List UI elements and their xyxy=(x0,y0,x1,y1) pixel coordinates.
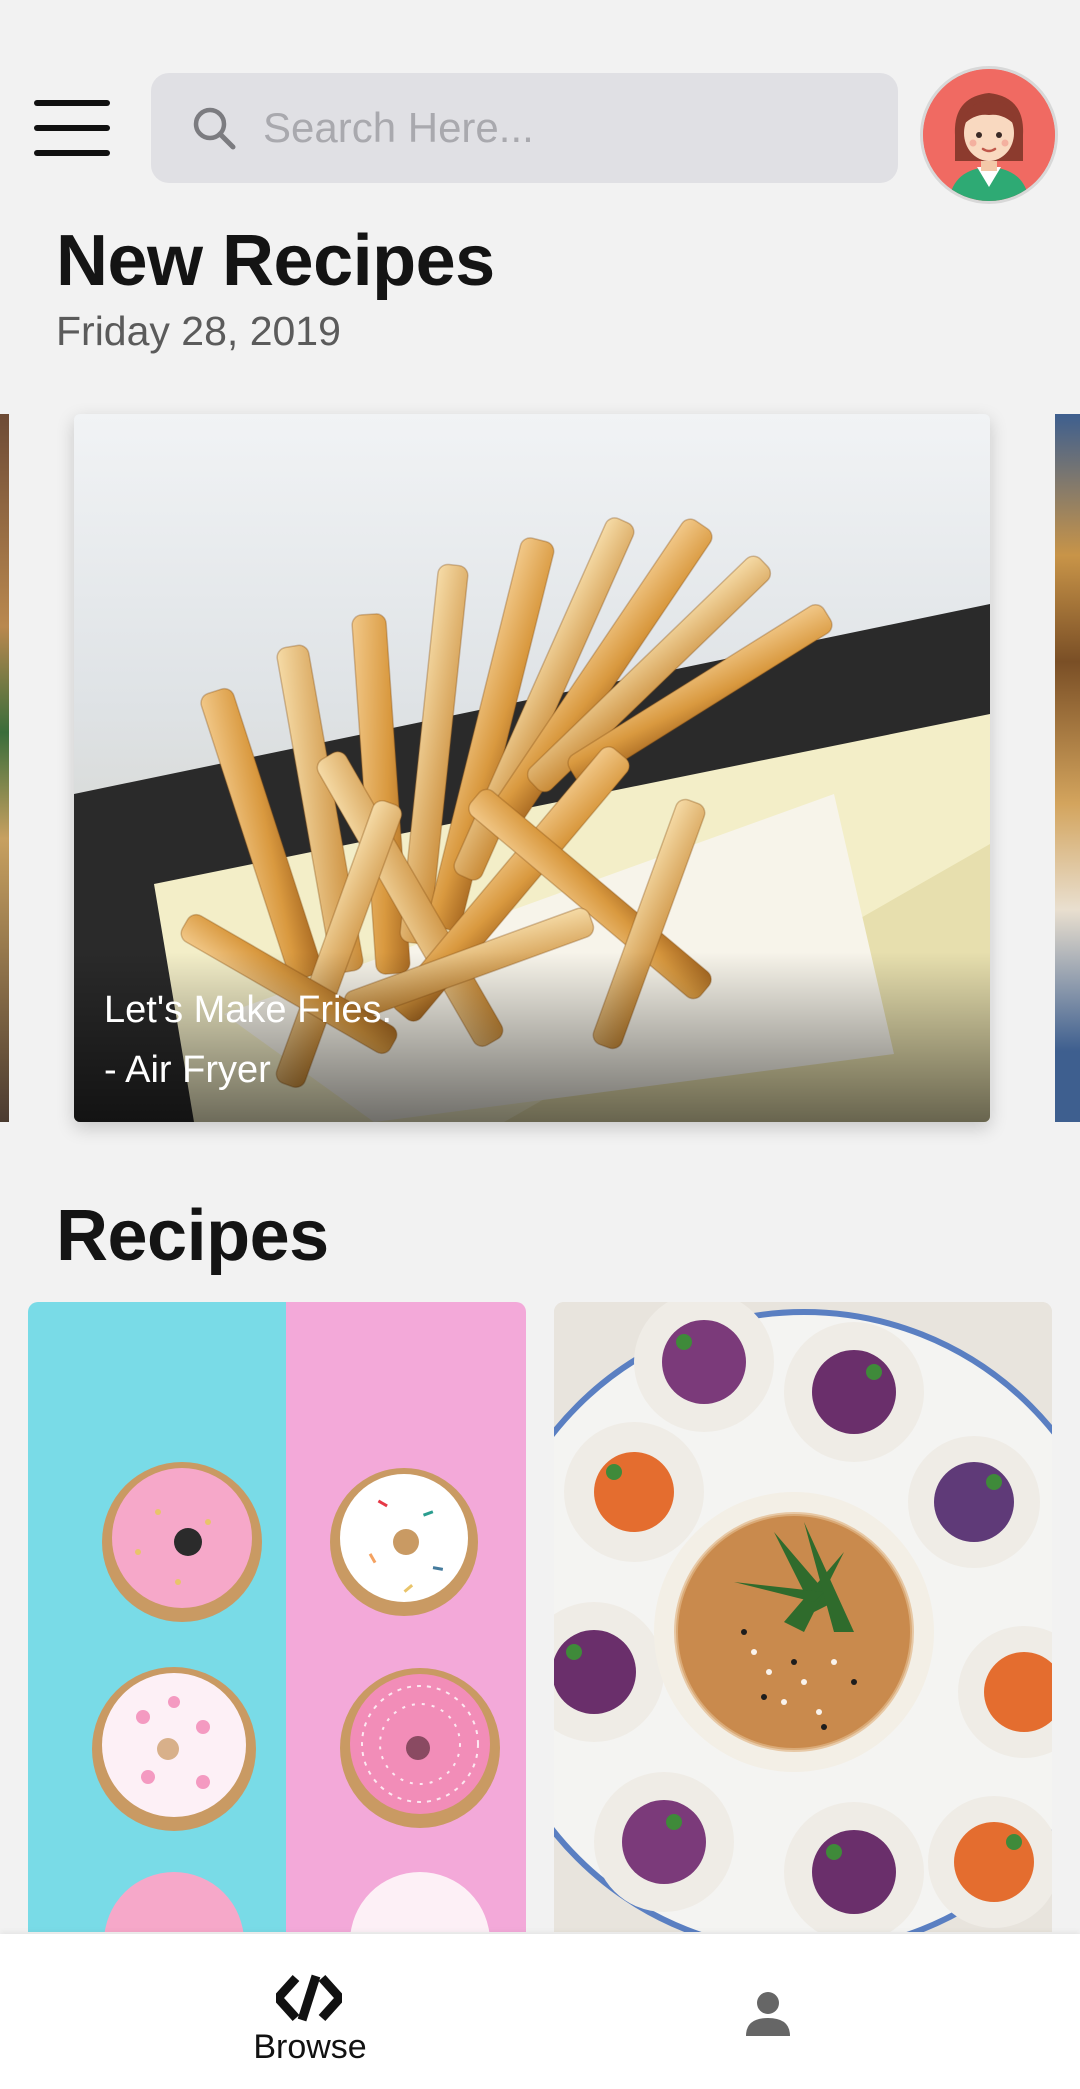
page-title: New Recipes xyxy=(56,221,495,301)
menu-bar xyxy=(34,125,110,131)
search-input[interactable] xyxy=(263,104,863,152)
nav-label-browse: Browse xyxy=(253,2028,367,2066)
profile-icon xyxy=(746,1992,790,2036)
carousel-prev-card[interactable] xyxy=(0,414,9,1122)
bottom-navigation: Browse xyxy=(0,1934,1080,2089)
caption-overlay: Let's Make Fries. - Air Fryer xyxy=(74,952,990,1122)
carousel-next-card[interactable] xyxy=(1055,414,1080,1122)
recipe-card-donuts[interactable] xyxy=(28,1302,526,1932)
user-avatar[interactable] xyxy=(920,66,1058,204)
featured-caption-title: Let's Make Fries. xyxy=(104,989,393,1031)
menu-bar xyxy=(34,100,110,106)
donuts-photo xyxy=(28,1302,526,1932)
recipe-card-spring-rolls[interactable] xyxy=(554,1302,1052,1932)
featured-caption-subtitle: - Air Fryer xyxy=(104,1049,271,1091)
nav-tab-browse[interactable]: Browse xyxy=(0,1934,540,2089)
search-icon xyxy=(193,107,236,150)
search-bar[interactable] xyxy=(151,73,898,183)
menu-bar xyxy=(34,150,110,156)
recipes-section-title: Recipes xyxy=(56,1196,329,1276)
avatar-illustration xyxy=(923,69,1055,201)
featured-recipe-card[interactable]: Let's Make Fries. - Air Fryer xyxy=(74,414,990,1122)
date-subtitle: Friday 28, 2019 xyxy=(56,308,341,354)
menu-button[interactable] xyxy=(34,100,110,156)
browse-logo-icon xyxy=(276,1974,342,2022)
nav-tab-profile[interactable] xyxy=(540,1934,1080,2089)
spring-rolls-photo xyxy=(554,1302,1052,1932)
